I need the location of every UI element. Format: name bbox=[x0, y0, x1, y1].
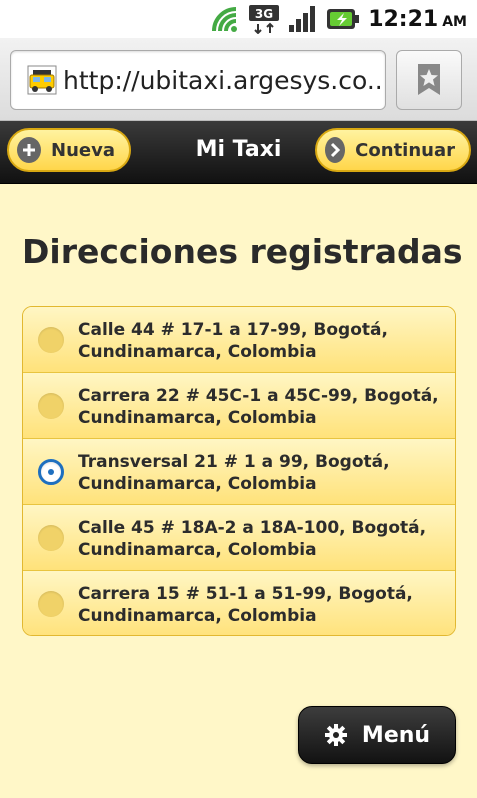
battery-icon bbox=[327, 9, 360, 29]
radio-button[interactable] bbox=[38, 327, 64, 353]
gear-icon bbox=[324, 724, 347, 746]
radio-button[interactable] bbox=[38, 393, 64, 419]
clock: 12:21 AM bbox=[368, 6, 467, 32]
address-item[interactable]: Transversal 21 # 1 a 99, Bogotá, Cundinam… bbox=[23, 439, 455, 505]
continuar-button-label: Continuar bbox=[355, 139, 455, 161]
address-text: Transversal 21 # 1 a 99, Bogotá, Cundinam… bbox=[78, 452, 390, 494]
address-text: Calle 45 # 18A-2 a 18A-100, Bogotá, Cundi… bbox=[78, 518, 427, 560]
browser-toolbar: http://ubitaxi.argesys.co... bbox=[0, 38, 477, 121]
bookmark-star-icon bbox=[418, 64, 440, 95]
3g-icon: 3G bbox=[249, 5, 280, 34]
radio-button-selected[interactable] bbox=[38, 459, 64, 485]
nueva-button[interactable]: Nueva bbox=[7, 128, 131, 172]
address-text: Carrera 15 # 51-1 a 51-99, Bogotá, Cundin… bbox=[78, 584, 413, 626]
address-item[interactable]: Carrera 22 # 45C-1 a 45C-99, Bogotá, Cund… bbox=[23, 373, 455, 439]
chevron-right-icon bbox=[325, 137, 346, 163]
address-item[interactable]: Calle 44 # 17-1 a 17-99, Bogotá, Cundinam… bbox=[23, 307, 455, 373]
taxi-icon bbox=[27, 65, 57, 95]
app-header: Nueva Mi Taxi Continuar bbox=[0, 121, 477, 184]
address-list: Calle 44 # 17-1 a 17-99, Bogotá, Cundinam… bbox=[22, 306, 456, 636]
nueva-button-label: Nueva bbox=[51, 139, 115, 161]
svg-text:3G: 3G bbox=[255, 7, 273, 21]
radio-button[interactable] bbox=[38, 591, 64, 617]
radio-button[interactable] bbox=[38, 525, 64, 551]
plus-icon bbox=[17, 137, 42, 163]
url-text: http://ubitaxi.argesys.co... bbox=[63, 65, 386, 95]
bookmark-button[interactable] bbox=[396, 50, 462, 110]
continuar-button[interactable]: Continuar bbox=[315, 128, 471, 172]
status-icons: 3G 12:21 AM bbox=[210, 4, 467, 34]
menu-button-label: Menú bbox=[361, 722, 431, 748]
status-bar: 3G 12:21 AM bbox=[0, 0, 477, 38]
menu-button[interactable]: Menú bbox=[298, 706, 456, 764]
address-item[interactable]: Carrera 15 # 51-1 a 51-99, Bogotá, Cundin… bbox=[23, 571, 455, 635]
url-field[interactable]: http://ubitaxi.argesys.co... bbox=[10, 50, 386, 110]
address-text: Calle 44 # 17-1 a 17-99, Bogotá, Cundinam… bbox=[78, 320, 388, 362]
section-heading: Direcciones registradas bbox=[22, 232, 463, 271]
wifi-icon bbox=[212, 7, 238, 32]
address-item[interactable]: Calle 45 # 18A-2 a 18A-100, Bogotá, Cundi… bbox=[23, 505, 455, 571]
signal-icon bbox=[289, 6, 316, 32]
address-text: Carrera 22 # 45C-1 a 45C-99, Bogotá, Cund… bbox=[78, 386, 439, 428]
